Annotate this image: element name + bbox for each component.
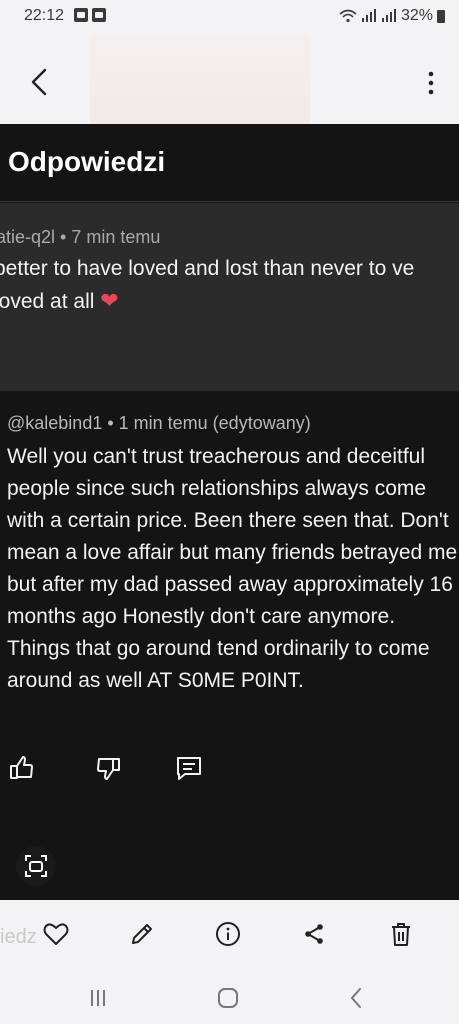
share-icon[interactable]	[300, 920, 328, 948]
more-vertical-icon[interactable]	[425, 70, 437, 96]
top-bar	[0, 34, 459, 124]
reply-text-content: better to have loved and lost than never…	[0, 257, 415, 313]
comment-item: @kalebind1 • 1 min temu (edytowany) Well…	[0, 391, 459, 900]
status-time: 22:12	[24, 7, 65, 24]
visual-search-icon[interactable]	[16, 846, 56, 886]
status-right: 32%	[339, 7, 445, 25]
comment-icon[interactable]	[174, 753, 204, 783]
background-photo	[90, 34, 310, 124]
info-icon[interactable]	[214, 920, 242, 948]
signal-2-icon	[381, 9, 396, 22]
system-nav-bar	[0, 966, 459, 1024]
heart-emoji: ❤	[100, 288, 119, 313]
gallery-notification-icon	[74, 8, 88, 22]
signal-icon	[361, 9, 376, 22]
trash-icon[interactable]	[387, 920, 415, 948]
thumb-down-icon[interactable]	[94, 753, 124, 783]
reply-text: better to have loved and lost than never…	[0, 253, 459, 318]
comment-actions	[6, 753, 204, 783]
heart-icon[interactable]	[42, 920, 70, 948]
bottom-action-bar: iedz	[0, 900, 459, 966]
home-icon[interactable]	[216, 986, 240, 1010]
battery-percent: 32%	[400, 7, 433, 24]
comment-text: Well you can't trust treacherous and dec…	[7, 445, 458, 692]
replies-panel: Odpowiedzi atie-q2l • 7 min temu better …	[0, 124, 459, 900]
comment-meta: @kalebind1 • 1 min temu (edytowany)	[7, 413, 311, 433]
thumb-up-icon[interactable]	[6, 753, 36, 783]
back-arrow-icon[interactable]	[22, 64, 58, 100]
faded-label: iedz	[0, 926, 37, 948]
pencil-icon[interactable]	[128, 920, 156, 948]
reply-meta: atie-q2l • 7 min temu	[0, 227, 161, 247]
parent-reply[interactable]: atie-q2l • 7 min temu better to have lov…	[0, 203, 459, 391]
status-bar: 22:12 32%	[0, 0, 459, 34]
battery-icon	[437, 9, 445, 23]
check-notification-icon	[92, 8, 106, 22]
status-notifications	[74, 8, 106, 22]
wifi-icon	[339, 9, 357, 23]
nav-back-icon[interactable]	[344, 986, 368, 1010]
recent-apps-icon[interactable]	[86, 986, 110, 1010]
panel-title: Odpowiedzi	[0, 124, 459, 202]
